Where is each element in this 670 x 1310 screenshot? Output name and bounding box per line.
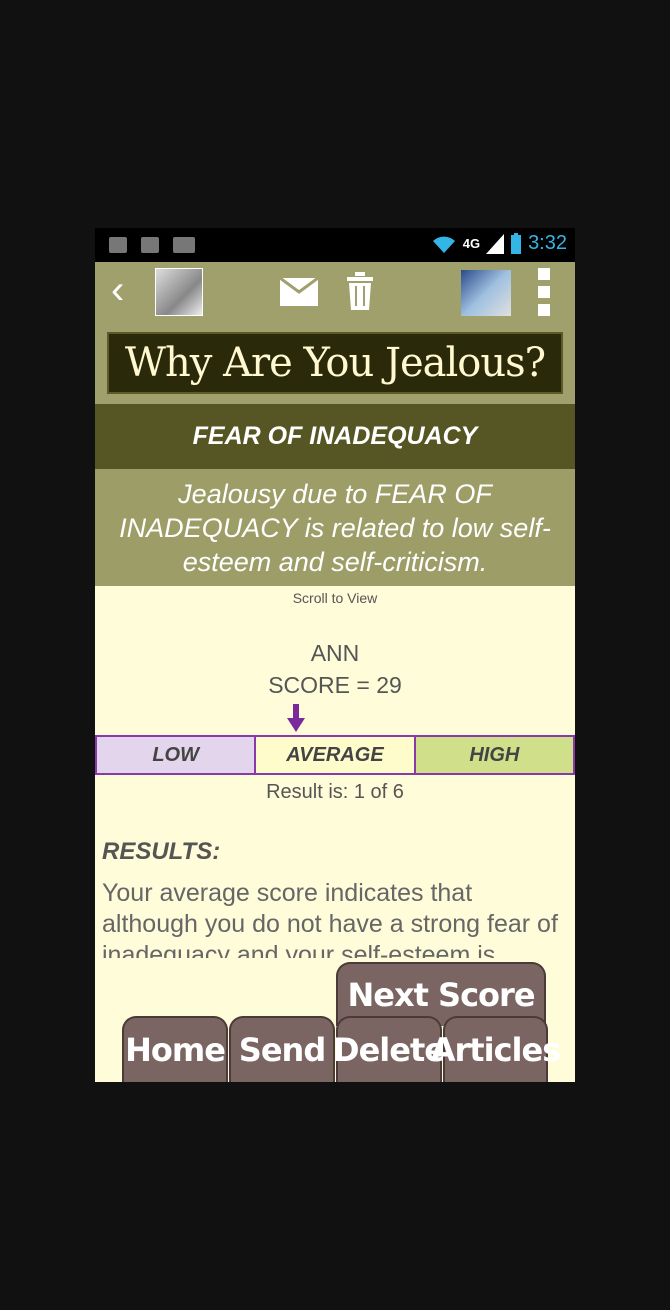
status-bar: 4G 3:32 xyxy=(95,228,575,262)
result-position: Result is: 1 of 6 xyxy=(266,781,404,803)
scale-average: AVERAGE xyxy=(256,735,416,775)
page-title: Why Are You Jealous? xyxy=(124,340,546,386)
mail-icon[interactable] xyxy=(280,278,318,306)
wifi-icon xyxy=(432,236,455,253)
delete-button[interactable]: Delete xyxy=(333,1016,446,1082)
avatar[interactable] xyxy=(155,268,203,316)
description-band: Jealousy due to FEAR OF INADEQUACY is re… xyxy=(95,469,575,586)
usb-icon xyxy=(141,237,159,253)
overflow-menu-icon[interactable] xyxy=(537,268,551,316)
category-description: Jealousy due to FEAR OF INADEQUACY is re… xyxy=(119,478,551,577)
home-button[interactable]: Home xyxy=(122,1016,228,1082)
results-body[interactable]: Your average score indicates that althou… xyxy=(102,878,570,958)
action-bar: ‹ xyxy=(95,262,575,322)
scroll-hint: Scroll to View xyxy=(292,590,378,606)
scale-high: HIGH xyxy=(415,735,575,775)
scale-low: LOW xyxy=(95,735,257,775)
cell-signal-icon xyxy=(486,233,505,254)
heading-band: FEAR OF INADEQUACY xyxy=(95,404,575,469)
trash-icon[interactable] xyxy=(347,272,373,310)
app-screen: 4G 3:32 ‹ Why Are You Jealous? FEAR OF I… xyxy=(95,228,575,1082)
back-chevron-icon[interactable]: ‹ xyxy=(111,270,124,310)
category-heading: FEAR OF INADEQUACY xyxy=(192,422,478,450)
score-marker-arrow-icon xyxy=(287,704,305,732)
person-name: ANN xyxy=(310,640,360,666)
title-banner: Why Are You Jealous? xyxy=(95,322,575,404)
send-button[interactable]: Send xyxy=(229,1016,335,1082)
app-logo-icon[interactable] xyxy=(461,270,511,316)
results-label: RESULTS: xyxy=(102,838,221,865)
bug-icon xyxy=(109,237,127,253)
clock: 3:32 xyxy=(528,232,567,254)
score-scale: LOW AVERAGE HIGH xyxy=(95,735,575,775)
signal-icon xyxy=(173,237,195,253)
person-score: SCORE = 29 xyxy=(268,672,402,698)
battery-icon xyxy=(511,232,522,254)
articles-button[interactable]: Articles xyxy=(431,1016,561,1082)
network-type: 4G xyxy=(462,236,481,251)
